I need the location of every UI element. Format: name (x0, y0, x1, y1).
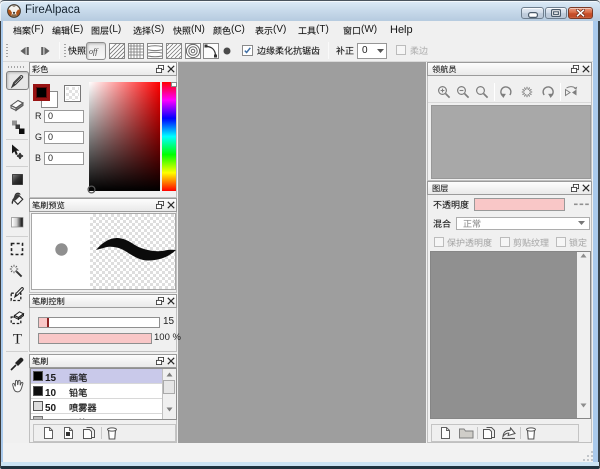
svg-text:T: T (13, 332, 22, 347)
